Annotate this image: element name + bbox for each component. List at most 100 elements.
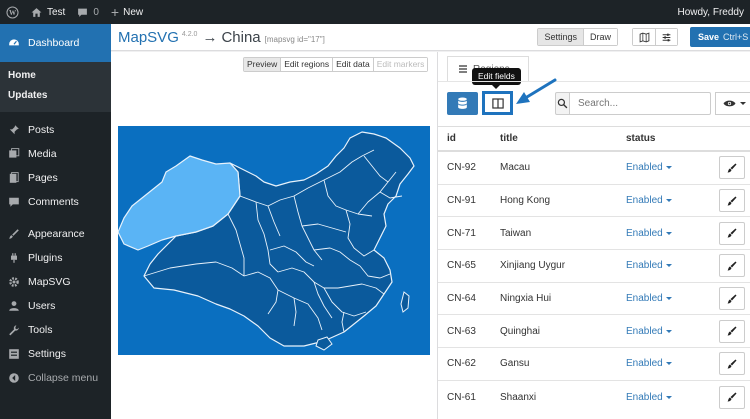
status-dropdown[interactable]: Enabled	[626, 326, 710, 337]
menu-comments-label: Comments	[28, 196, 79, 208]
comment-icon	[78, 8, 88, 17]
menu-mapsvg-label: MapSVG	[28, 276, 71, 288]
status-dropdown[interactable]: Enabled	[626, 228, 710, 239]
menu-users[interactable]: Users	[0, 294, 111, 318]
edit-row-button[interactable]	[719, 385, 745, 409]
admin-sidebar: Dashboard Home Updates Posts Media Pages…	[0, 24, 111, 419]
table-row[interactable]: CN-65 Xinjiang Uygur Enabled	[438, 250, 750, 283]
columns-icon	[491, 97, 504, 109]
menu-pages[interactable]: Pages	[0, 166, 111, 190]
tab-edit-regions[interactable]: Edit regions	[280, 58, 333, 71]
pages-icon	[8, 172, 20, 184]
tab-edit-data[interactable]: Edit data	[332, 58, 373, 71]
edit-row-button[interactable]	[719, 189, 745, 213]
status-dropdown[interactable]: Enabled	[626, 260, 710, 271]
settings-icon	[8, 348, 20, 360]
brush-icon	[8, 228, 20, 240]
col-header-status[interactable]: status	[626, 133, 710, 144]
new-label: New	[123, 6, 144, 18]
brush-icon	[727, 163, 737, 173]
search-input[interactable]	[570, 92, 711, 115]
table-toolbar	[438, 81, 750, 125]
database-button[interactable]	[447, 92, 478, 115]
tab-preview[interactable]: Preview	[244, 58, 281, 71]
map-view-button[interactable]	[633, 29, 655, 45]
edit-fields-button[interactable]	[482, 91, 513, 115]
menu-tools[interactable]: Tools	[0, 318, 111, 342]
edit-row-button[interactable]	[719, 254, 745, 278]
status-label: Enabled	[626, 227, 663, 239]
status-dropdown[interactable]: Enabled	[626, 195, 710, 206]
chevron-down-icon	[665, 166, 672, 170]
eye-icon	[723, 100, 736, 107]
brush-icon	[727, 359, 737, 369]
menu-appearance[interactable]: Appearance	[0, 222, 111, 246]
submenu-home[interactable]: Home	[0, 66, 111, 86]
save-label: Save	[698, 32, 720, 42]
table-row[interactable]: CN-64 Ningxia Hui Enabled	[438, 283, 750, 316]
edit-row-button[interactable]	[719, 156, 745, 180]
taiwan-region[interactable]	[400, 291, 410, 313]
menu-plugins[interactable]: Plugins	[0, 246, 111, 270]
menu-users-label: Users	[28, 300, 56, 312]
pin-icon	[8, 124, 20, 136]
menu-comments[interactable]: Comments	[0, 190, 111, 214]
brush-icon	[727, 228, 737, 238]
china-map[interactable]	[118, 126, 430, 355]
tab-edit-markers: Edit markers	[372, 58, 428, 71]
col-header-id[interactable]: id	[438, 133, 500, 144]
edit-row-button[interactable]	[719, 319, 745, 343]
row-title: Macau	[500, 162, 531, 174]
search-group	[555, 92, 711, 115]
col-header-title[interactable]: title	[500, 133, 626, 144]
table-row[interactable]: CN-91 Hong Kong Enabled	[438, 185, 750, 218]
dashboard-icon	[8, 37, 20, 49]
new-content-link[interactable]: + New	[105, 0, 149, 24]
status-dropdown[interactable]: Enabled	[626, 358, 710, 369]
collapse-menu[interactable]: Collapse menu	[0, 366, 111, 390]
brush-icon	[727, 392, 737, 402]
edit-row-button[interactable]	[719, 287, 745, 311]
brush-icon	[727, 294, 737, 304]
table-row[interactable]: CN-92 Macau Enabled	[438, 152, 750, 185]
collapse-icon	[8, 372, 20, 384]
comments-link[interactable]: 0	[71, 0, 105, 24]
menu-settings[interactable]: Settings	[0, 342, 111, 366]
table-row[interactable]: CN-63 Quinghai Enabled	[438, 315, 750, 349]
submenu-updates[interactable]: Updates	[0, 86, 111, 106]
collapse-menu-label: Collapse menu	[28, 372, 99, 384]
row-title: Taiwan	[500, 227, 532, 239]
plugin-header: MapSVG 4.2.0 → China [mapsvg id="17"] Se…	[111, 24, 750, 51]
list-icon	[459, 65, 467, 73]
table-row[interactable]: CN-71 Taiwan Enabled	[438, 217, 750, 251]
edit-row-button[interactable]	[719, 352, 745, 376]
editor-mode-switch: Settings Draw	[537, 28, 618, 46]
chevron-down-icon	[740, 102, 746, 105]
status-dropdown[interactable]: Enabled	[626, 293, 710, 304]
greeting: Howdy, Freddy	[677, 6, 744, 18]
my-account[interactable]: Howdy, Freddy	[671, 0, 750, 24]
menu-posts[interactable]: Posts	[0, 118, 111, 142]
status-label: Enabled	[626, 260, 663, 272]
draw-button[interactable]: Draw	[582, 29, 617, 45]
save-button[interactable]: Save Ctrl+S	[690, 27, 750, 47]
row-id: CN-64	[447, 293, 476, 305]
visibility-dropdown[interactable]	[715, 92, 750, 115]
map-canvas[interactable]	[118, 126, 430, 355]
admin-bar: W Test 0 + New Howdy, Freddy	[0, 0, 750, 24]
sliders-button[interactable]	[655, 29, 677, 45]
brush-icon	[727, 196, 737, 206]
dashboard-submenu: Home Updates	[0, 62, 111, 112]
table-row[interactable]: CN-61 Shaanxi Enabled	[438, 381, 750, 414]
site-name-link[interactable]: Test	[25, 0, 71, 24]
menu-media[interactable]: Media	[0, 142, 111, 166]
menu-dashboard[interactable]: Dashboard	[0, 24, 111, 62]
settings-button[interactable]: Settings	[538, 29, 583, 45]
table-row[interactable]: CN-62 Gansu Enabled	[438, 348, 750, 381]
menu-mapsvg[interactable]: MapSVG	[0, 270, 111, 294]
edit-row-button[interactable]	[719, 221, 745, 245]
status-dropdown[interactable]: Enabled	[626, 392, 710, 403]
status-dropdown[interactable]: Enabled	[626, 162, 710, 173]
wp-logo-icon[interactable]: W	[0, 0, 25, 24]
menu-tools-label: Tools	[28, 324, 53, 336]
